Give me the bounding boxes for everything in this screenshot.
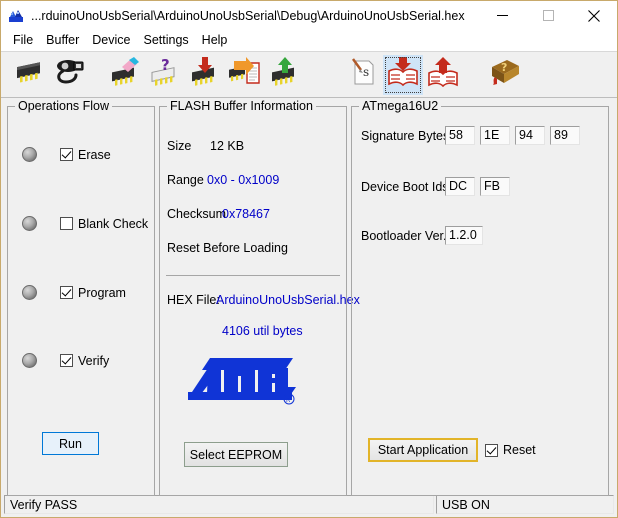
chip-blank-check-icon-button[interactable]: ?	[145, 55, 185, 95]
boot-id-1-field[interactable]: FB	[480, 177, 510, 196]
operations-flow-title: Operations Flow	[15, 99, 113, 113]
menu-bar: File Buffer Device Settings Help	[1, 30, 617, 52]
status-bar: Verify PASS USB ON	[1, 493, 617, 517]
chip-read-icon	[228, 57, 262, 92]
device-boot-ids-label: Device Boot Ids	[361, 180, 449, 194]
flash-range-value: 0x0 - 0x1009	[207, 173, 280, 187]
device-information-panel: ATmega16U2 Signature Bytes 58 1E 94 89 D…	[351, 99, 609, 496]
load-buffer-icon-button[interactable]	[383, 54, 423, 95]
boot-id-0-field[interactable]: DC	[445, 177, 475, 196]
flash-divider	[166, 275, 340, 276]
atmel-logo: R	[188, 354, 298, 406]
blank-check-label: Blank Check	[78, 216, 149, 231]
maximize-button[interactable]	[525, 1, 571, 30]
bootloader-version-field[interactable]: 1.2.0	[445, 226, 483, 245]
window-title: ...rduinoUnoUsbSerial\ArduinoUnoUsbSeria…	[31, 8, 465, 23]
select-eeprom-button[interactable]: Select EEPROM	[184, 442, 288, 467]
reset-option: Reset	[485, 443, 536, 457]
save-buffer-icon	[427, 57, 459, 92]
menu-item-settings[interactable]: Settings	[138, 31, 196, 50]
close-button[interactable]	[571, 1, 617, 30]
reset-checkbox[interactable]	[485, 443, 498, 457]
operations-flow-panel: Operations Flow Erase Blank Check Progra…	[7, 99, 155, 496]
svg-text:R: R	[286, 397, 290, 404]
blank-check-status-led	[22, 216, 37, 231]
chip-erase-icon	[109, 57, 141, 92]
erase-status-led	[22, 147, 37, 162]
flash-size-value: 12 KB	[210, 139, 245, 153]
chip-verify-icon-button[interactable]	[265, 55, 305, 95]
status-message: Verify PASS	[4, 495, 434, 514]
signature-byte-0-field[interactable]: 58	[445, 126, 475, 145]
verify-checkbox[interactable]	[60, 354, 73, 367]
chip-read-icon-button[interactable]	[225, 55, 265, 95]
chip-blank-check-icon: ?	[149, 56, 181, 92]
chip-icon	[13, 58, 45, 91]
minimize-button[interactable]	[479, 1, 525, 30]
flash-checksum-label: Checksum	[167, 207, 227, 221]
chip-program-icon-button[interactable]	[185, 55, 225, 95]
main-content: Operations Flow Erase Blank Check Progra…	[1, 98, 617, 496]
device-name-title: ATmega16U2	[359, 99, 442, 113]
svg-text:?: ?	[501, 61, 507, 74]
menu-item-file[interactable]: File	[7, 31, 40, 50]
bootloader-version-label: Bootloader Ver.	[361, 229, 447, 243]
blank-check-checkbox[interactable]	[60, 217, 73, 230]
title-bar: ...rduinoUnoUsbSerial\ArduinoUnoUsbSeria…	[1, 1, 617, 30]
reset-label: Reset	[503, 443, 536, 457]
flip-app-icon	[8, 8, 24, 24]
svg-text:s: s	[363, 65, 369, 79]
chip-verify-icon	[269, 57, 301, 92]
window-controls	[479, 1, 617, 30]
flash-checksum-value: 0x78467	[222, 207, 270, 221]
start-application-button[interactable]: Start Application	[368, 438, 478, 462]
save-buffer-icon-button[interactable]	[423, 55, 463, 95]
edit-file-icon-button[interactable]: s	[343, 55, 383, 95]
flash-buffer-title: FLASH Buffer Information	[167, 99, 316, 113]
usb-cable-icon-button[interactable]	[49, 55, 89, 95]
menu-item-buffer[interactable]: Buffer	[40, 31, 86, 50]
program-checkbox[interactable]	[60, 286, 73, 299]
verify-label: Verify	[78, 353, 110, 368]
help-book-icon-button[interactable]: ?	[485, 55, 525, 95]
edit-file-icon: s	[349, 57, 377, 92]
program-label: Program	[78, 285, 126, 300]
signature-byte-1-field[interactable]: 1E	[480, 126, 510, 145]
signature-bytes-label: Signature Bytes	[361, 129, 450, 143]
signature-byte-2-field[interactable]: 94	[515, 126, 545, 145]
util-bytes-value: 4106 util bytes	[222, 324, 303, 338]
usb-cable-icon	[52, 57, 86, 92]
verify-status-led	[22, 353, 37, 368]
chip-icon-button[interactable]	[9, 55, 49, 95]
menu-item-help[interactable]: Help	[196, 31, 235, 50]
svg-text:?: ?	[161, 57, 170, 74]
run-button[interactable]: Run	[42, 432, 99, 455]
chip-program-icon	[189, 57, 221, 92]
load-buffer-icon	[387, 57, 419, 92]
operation-row-erase: Erase	[22, 147, 111, 162]
operation-row-program: Program	[22, 285, 126, 300]
program-status-led	[22, 285, 37, 300]
toolbar: ? s ?	[1, 52, 617, 98]
usb-status: USB ON	[436, 495, 614, 514]
reset-before-loading-label: Reset Before Loading	[167, 241, 288, 255]
hex-file-label: HEX File:	[167, 293, 220, 307]
signature-byte-3-field[interactable]: 89	[550, 126, 580, 145]
chip-erase-icon-button[interactable]	[105, 55, 145, 95]
operation-row-blank-check: Blank Check	[22, 216, 148, 231]
operation-row-verify: Verify	[22, 353, 109, 368]
flip-main-window: ...rduinoUnoUsbSerial\ArduinoUnoUsbSeria…	[0, 0, 618, 518]
flash-range-label: Range	[167, 173, 204, 187]
erase-checkbox[interactable]	[60, 148, 73, 161]
erase-label: Erase	[78, 147, 111, 162]
menu-item-device[interactable]: Device	[86, 31, 137, 50]
flash-size-label: Size	[167, 139, 192, 153]
help-book-icon: ?	[489, 57, 521, 92]
flash-buffer-information-panel: FLASH Buffer Information Size 12 KB Rang…	[159, 99, 360, 496]
hex-file-value[interactable]: ArduinoUnoUsbSerial.hex	[216, 293, 360, 307]
